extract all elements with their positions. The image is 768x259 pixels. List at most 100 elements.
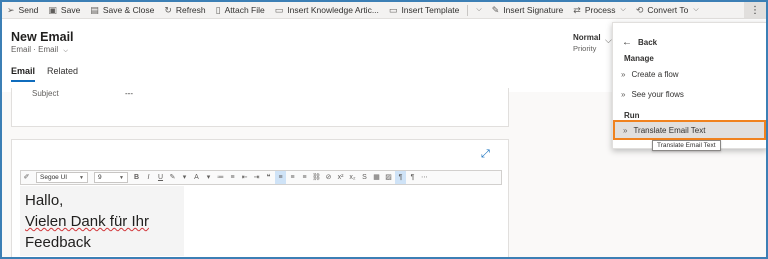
process-button[interactable]: ⇄ Process ⌵ <box>568 2 631 19</box>
arrow-left-icon: ← <box>622 37 632 48</box>
manage-heading: Manage <box>624 54 654 63</box>
more-vertical-icon: ⋮ <box>750 5 760 16</box>
save-close-icon: ▤ <box>90 4 99 15</box>
divider <box>467 4 469 16</box>
subject-label: Subject <box>32 89 59 98</box>
command-bar: ➢ Send ▣ Save ▤ Save & Close ↻ Refresh ▯… <box>2 2 766 19</box>
form-name: Email <box>38 45 59 54</box>
chevron-down-icon: ⌵ <box>63 48 68 54</box>
create-flow-label: Create a flow <box>631 69 679 79</box>
more-commands-button[interactable]: ⋮ <box>744 2 766 19</box>
save-close-label: Save & Close <box>102 5 155 15</box>
convert-icon: ⟲ <box>635 4 644 15</box>
convert-label: Convert To <box>647 5 689 15</box>
refresh-button[interactable]: ↻ Refresh <box>159 2 210 19</box>
body-line: Vielen Dank für Ihr <box>25 211 179 232</box>
unlink-icon[interactable]: ⊘ <box>323 171 334 184</box>
process-icon: ⇄ <box>573 4 581 15</box>
translate-email-item[interactable]: » Translate Email Text <box>613 120 766 140</box>
font-size-select[interactable]: 9 ▼ <box>94 172 128 183</box>
strikethrough-icon[interactable]: S <box>359 171 370 184</box>
back-button[interactable]: ← Back <box>622 37 657 48</box>
tab-related[interactable]: Related <box>47 66 78 82</box>
align-center-icon[interactable]: ≡ <box>287 171 298 184</box>
bold-icon[interactable]: B <box>131 171 142 184</box>
quote-icon[interactable]: ❝ <box>263 171 274 184</box>
subject-section: Subject --- <box>11 88 509 127</box>
font-size-value: 9 <box>98 174 102 181</box>
table-icon[interactable]: ▦ <box>371 171 382 184</box>
process-label: Process <box>584 5 616 15</box>
italic-icon[interactable]: I <box>143 171 154 184</box>
attach-file-button[interactable]: ▯ Attach File <box>211 2 270 19</box>
save-label: Save <box>60 5 81 15</box>
tab-email[interactable]: Email <box>11 66 36 82</box>
body-line: Feedback <box>25 234 91 251</box>
refresh-icon: ↻ <box>164 4 172 15</box>
align-right-icon[interactable]: ≡ <box>299 171 310 184</box>
ltr-icon[interactable]: ¶ <box>395 171 406 184</box>
rtl-icon[interactable]: ¶ <box>407 171 418 184</box>
see-flows-item[interactable]: » See your flows <box>619 87 763 101</box>
email-body-editor[interactable]: Hallo, Vielen Dank für Ihr Feedback <box>20 186 184 256</box>
template-dropdown[interactable]: ⌵ <box>471 2 486 19</box>
insert-knowledge-button[interactable]: ▭ Insert Knowledge Artic... <box>270 2 384 19</box>
attach-icon: ▯ <box>215 4 221 15</box>
more-options-icon[interactable]: ⋯ <box>419 171 430 184</box>
chevron-down-icon: ▼ <box>79 174 84 181</box>
font-family-select[interactable]: Segoe UI ▼ <box>36 172 88 183</box>
convert-to-button[interactable]: ⟲ Convert To ⌵ <box>631 2 704 19</box>
highlight-dropdown-icon[interactable]: ▾ <box>179 171 190 184</box>
send-button[interactable]: ➢ Send <box>2 2 43 19</box>
save-close-button[interactable]: ▤ Save & Close <box>85 2 159 19</box>
editor-toolbar: ✐ Segoe UI ▼ 9 ▼ B I U ✎ ▾ A ▾ ≔ ≡ ⇤ ⇥ ❝… <box>20 170 502 185</box>
knowledge-icon: ▭ <box>274 4 284 15</box>
email-body-section: ⤢ ✐ Segoe UI ▼ 9 ▼ B I U ✎ ▾ A ▾ ≔ ≡ ⇤ ⇥… <box>11 139 509 259</box>
flow-icon: » <box>623 125 628 135</box>
bullet-list-icon[interactable]: ≔ <box>215 171 226 184</box>
form-subtitle: Email · Email ⌵ <box>11 45 68 54</box>
increase-indent-icon[interactable]: ⇥ <box>251 171 262 184</box>
attach-label: Attach File <box>224 5 265 15</box>
font-family-value: Segoe UI <box>40 174 68 181</box>
refresh-label: Refresh <box>175 5 206 15</box>
image-icon[interactable]: ▨ <box>383 171 394 184</box>
link-icon[interactable]: ⛓ <box>311 171 322 184</box>
knowledge-label: Insert Knowledge Artic... <box>287 5 379 15</box>
font-color-icon[interactable]: A <box>191 171 202 184</box>
save-button[interactable]: ▣ Save <box>43 2 85 19</box>
numbered-list-icon[interactable]: ≡ <box>227 171 238 184</box>
translate-label: Translate Email Text <box>633 125 706 135</box>
flow-icon: » <box>621 69 626 79</box>
font-color-dropdown-icon[interactable]: ▾ <box>203 171 214 184</box>
see-flows-label: See your flows <box>631 89 684 99</box>
form-selector[interactable]: Email ⌵ <box>38 45 68 54</box>
entity-name: Email <box>11 45 32 54</box>
page-title: New Email <box>11 30 74 44</box>
send-icon: ➢ <box>7 4 15 15</box>
body-line: Hallo, <box>25 192 64 209</box>
create-flow-item[interactable]: » Create a flow <box>619 67 763 81</box>
subscript-icon[interactable]: x₂ <box>347 171 358 184</box>
header-expand-chevron-icon[interactable]: ⌵ <box>605 35 612 46</box>
priority-label: Priority <box>573 44 597 53</box>
chevron-down-icon: ⌵ <box>620 6 626 13</box>
align-left-icon[interactable]: ≡ <box>275 171 286 184</box>
format-painter-icon[interactable]: ✐ <box>21 171 32 184</box>
highlight-icon[interactable]: ✎ <box>167 171 178 184</box>
chevron-down-icon: ⌵ <box>476 6 482 13</box>
signature-label: Insert Signature <box>503 5 564 15</box>
insert-signature-button[interactable]: ✎ Insert Signature <box>487 2 569 19</box>
subject-input[interactable]: --- <box>125 89 133 98</box>
decrease-indent-icon[interactable]: ⇤ <box>239 171 250 184</box>
signature-icon: ✎ <box>491 4 500 15</box>
underline-icon[interactable]: U <box>155 171 166 184</box>
expand-editor-icon[interactable]: ⤢ <box>481 148 490 161</box>
run-heading: Run <box>624 111 640 120</box>
save-icon: ▣ <box>48 4 57 15</box>
flow-icon: » <box>621 89 626 99</box>
tab-list: Email Related <box>11 66 90 82</box>
insert-template-button[interactable]: ▭ Insert Template <box>384 2 464 19</box>
superscript-icon[interactable]: x² <box>335 171 346 184</box>
tooltip: Translate Email Text <box>652 140 721 151</box>
